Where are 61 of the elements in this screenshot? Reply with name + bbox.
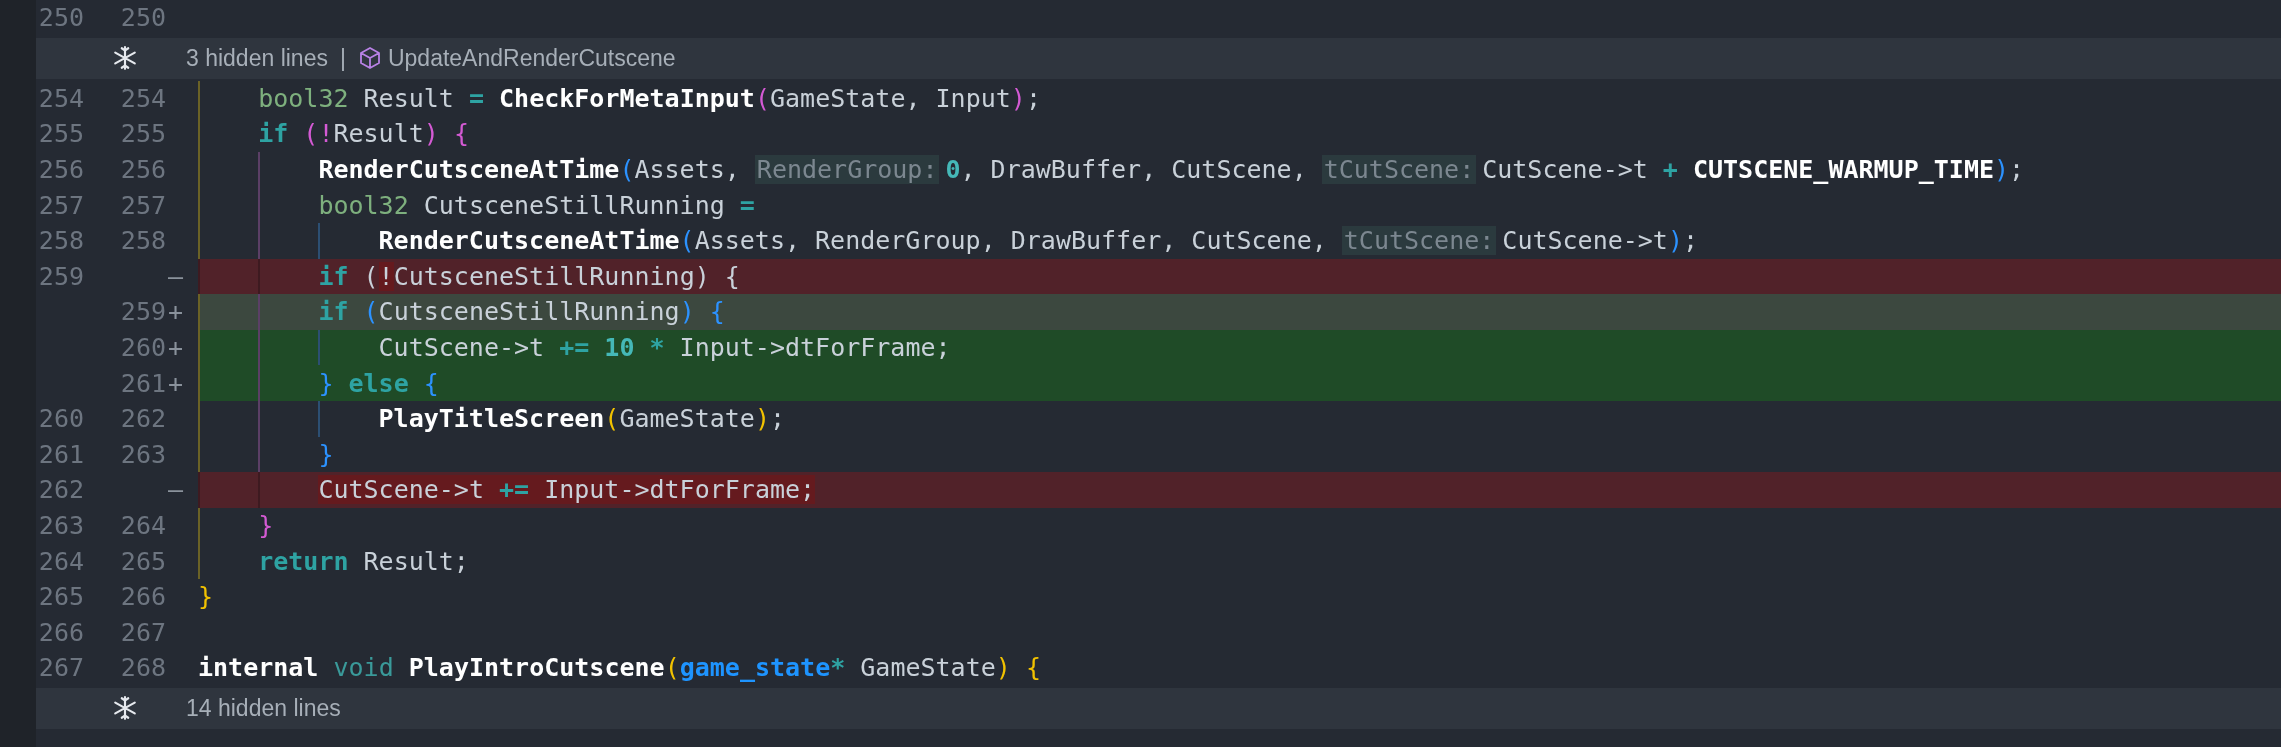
line-number: 258 — [38, 226, 84, 256]
code-text: CutScene->t += 10 * Input->dtForFrame; — [378, 333, 951, 363]
line-number: 257 — [120, 190, 166, 220]
line-number: 261 — [120, 368, 166, 398]
code-text: CutScene->t += Input->dtForFrame; — [318, 475, 816, 505]
line-number: 258 — [120, 226, 166, 256]
line-number: 259 — [120, 297, 166, 327]
diff-marker: + — [168, 297, 184, 327]
code-text: bool32 Result = CheckForMetaInput(GameState, Input); — [258, 83, 1041, 113]
line-number: 267 — [38, 653, 84, 683]
line-number: 261 — [38, 439, 84, 469]
line-number: 255 — [120, 119, 166, 149]
code-text: bool32 CutsceneStillRunning = — [318, 190, 755, 220]
code-text: if (!Result) { — [258, 119, 469, 149]
line-number: 256 — [120, 155, 166, 185]
line-number: 268 — [120, 653, 166, 683]
line-number: 262 — [120, 404, 166, 434]
line-number: 264 — [38, 546, 84, 576]
line-number: 254 — [38, 83, 84, 113]
line-number: 265 — [120, 546, 166, 576]
line-number: 250 — [38, 3, 84, 33]
line-number: 266 — [120, 582, 166, 612]
code-text: internal void PlayIntroCutscene(game_state* GameState) { — [198, 653, 1041, 683]
diff-marker: — — [168, 261, 184, 291]
expand-icon[interactable] — [112, 695, 138, 722]
line-number: 254 — [120, 83, 166, 113]
diff-marker: — — [168, 475, 184, 505]
line-number: 263 — [38, 511, 84, 540]
line-number: 250 — [120, 3, 166, 33]
line-number: 256 — [38, 155, 84, 185]
code-text: if (CutsceneStillRunning) { — [318, 297, 725, 327]
line-number: 265 — [38, 582, 84, 612]
line-number: 263 — [120, 439, 166, 469]
line-number: 259 — [38, 261, 84, 291]
line-number: 262 — [38, 475, 84, 505]
folded-region-bar[interactable]: 3 hidden lines | UpdateAndRenderCutscene — [36, 37, 2281, 79]
line-number: 267 — [120, 617, 166, 647]
separator: | — [339, 44, 346, 72]
line-number: 257 — [38, 190, 84, 220]
code-text: if (!CutsceneStillRunning) { — [318, 261, 740, 291]
line-number: 266 — [38, 617, 84, 647]
line-number: 264 — [120, 511, 166, 540]
code-text: } else { — [318, 368, 439, 398]
folded-region-bar[interactable]: 14 hidden lines — [36, 687, 2281, 729]
diff-marker: + — [168, 368, 184, 398]
line-number: 260 — [120, 333, 166, 363]
line-number: 260 — [38, 404, 84, 434]
hidden-lines-label: 3 hidden lines — [186, 44, 328, 72]
code-text: } — [318, 439, 334, 469]
code-text: } — [198, 582, 214, 612]
code-text: return Result; — [258, 546, 469, 576]
line-number: 255 — [38, 119, 84, 149]
code-text: } — [258, 511, 274, 540]
hidden-lines-label: 14 hidden lines — [186, 694, 341, 722]
code-text: RenderCutsceneAtTime(Assets, RenderGroup, DrawBuffer, CutScene, tCutScene: CutScene->t); — [378, 226, 1699, 256]
cube-icon — [357, 46, 382, 71]
code-text: PlayTitleScreen(GameState); — [378, 404, 785, 434]
diff-marker: + — [168, 333, 184, 363]
symbol-name: UpdateAndRenderCutscene — [387, 44, 676, 72]
expand-icon[interactable] — [112, 45, 138, 72]
code-text: RenderCutsceneAtTime(Assets, RenderGroup: 0, DrawBuffer, CutScene, tCutScene: CutScene->t + CUTSCENE_WARMUP_TIME); — [318, 155, 2025, 185]
